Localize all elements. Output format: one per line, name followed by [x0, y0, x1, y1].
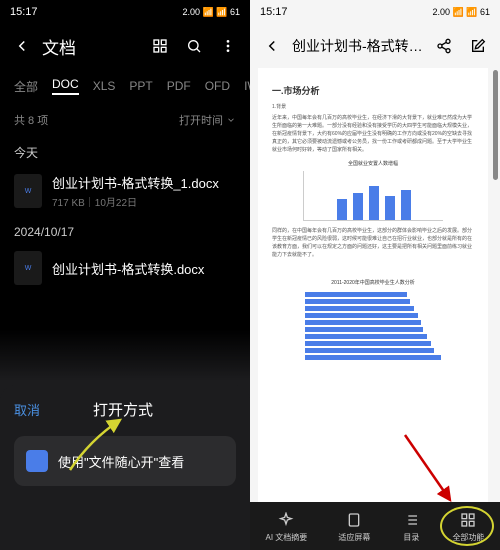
share-icon[interactable] — [434, 36, 454, 56]
doc-heading: 一.市场分析 — [272, 84, 474, 97]
sort-dropdown[interactable]: 打开时间 — [179, 112, 236, 128]
tab-ofd[interactable]: OFD — [205, 79, 230, 93]
status-bar: 15:17 2.00 📶 📶 61 — [250, 0, 500, 24]
edit-icon[interactable] — [468, 36, 488, 56]
open-with-option[interactable]: 使用"文件随心开"查看 — [14, 436, 236, 486]
tab-all[interactable]: 全部 — [14, 78, 38, 95]
all-features-button[interactable]: 全部功能 — [452, 510, 484, 543]
section-date: 2024/10/17 — [0, 217, 250, 243]
status-indicators: 2.00 📶 📶 61 — [433, 7, 490, 18]
more-icon[interactable] — [218, 36, 238, 56]
tab-doc[interactable]: DOC — [52, 77, 79, 95]
status-indicators: 2.00 📶 📶 61 — [183, 7, 240, 18]
tab-ppt[interactable]: PPT — [129, 79, 152, 93]
status-bar: 15:17 2.00 📶 📶 61 — [0, 0, 250, 24]
tab-pdf[interactable]: PDF — [167, 79, 191, 93]
search-icon[interactable] — [184, 36, 204, 56]
file-name: 创业计划书-格式转换_1.docx — [52, 173, 236, 192]
chevron-down-icon — [226, 115, 236, 125]
file-item[interactable]: W 创业计划书-格式转换_1.docx 717 KB｜10月22日 — [0, 165, 250, 217]
doc-title: 创业计划书-格式转换_1.... — [292, 36, 424, 56]
option-label: 使用"文件随心开"查看 — [58, 452, 184, 471]
header: 创业计划书-格式转换_1.... — [250, 24, 500, 68]
list-icon — [401, 510, 421, 530]
file-name: 创业计划书-格式转换.docx — [52, 259, 236, 278]
tab-xls[interactable]: XLS — [93, 79, 116, 93]
fit-icon — [344, 510, 364, 530]
fit-screen-button[interactable]: 适应屏幕 — [338, 510, 370, 543]
back-icon[interactable] — [262, 36, 282, 56]
doc-paragraph: 同样的，在中国每年会有几百万的高校毕业生，这部分的群体会影响毕业之后的发展。部分… — [272, 227, 474, 259]
header: 文档 — [0, 24, 250, 68]
status-time: 15:17 — [260, 6, 288, 18]
chart-bar-horizontal: 2011-2020年中国高校毕业生人数分析 — [303, 279, 443, 362]
docx-icon: W — [14, 251, 42, 285]
item-count: 共 8 项 — [14, 112, 48, 128]
doc-paragraph: 近年来，中国每年会有几百万的高校毕业生，在经济下滑的大背景下，就业难已然成为大学… — [272, 114, 474, 154]
scrollbar[interactable] — [493, 70, 498, 180]
bottom-toolbar: AI 文档摘要 适应屏幕 目录 全部功能 — [250, 502, 500, 550]
sparkle-icon — [276, 510, 296, 530]
page-title: 文档 — [42, 34, 140, 59]
sheet-title: 打开方式 — [10, 399, 236, 420]
file-meta: 717 KB｜10月22日 — [52, 194, 236, 209]
status-time: 15:17 — [10, 6, 38, 18]
section-today: 今天 — [0, 136, 250, 165]
chart-bar-vertical: 全国就业安置人数增幅 — [303, 160, 443, 221]
file-item[interactable]: W 创业计划书-格式转换.docx — [0, 243, 250, 293]
doc-subheading: 1.背景 — [272, 103, 474, 111]
open-with-sheet: 取消 打开方式 使用"文件随心开"查看 — [0, 385, 250, 550]
document-viewport[interactable]: 一.市场分析 1.背景 近年来，中国每年会有几百万的高校毕业生，在经济下滑的大背… — [258, 68, 488, 502]
back-icon[interactable] — [12, 36, 32, 56]
ai-summary-button[interactable]: AI 文档摘要 — [266, 510, 308, 543]
grid-view-icon[interactable] — [150, 36, 170, 56]
filter-row: 共 8 项 打开时间 — [0, 104, 250, 136]
app-icon — [26, 450, 48, 472]
docx-icon: W — [14, 174, 42, 208]
grid-icon — [458, 510, 478, 530]
toc-button[interactable]: 目录 — [401, 510, 421, 543]
tabs: 全部 DOC XLS PPT PDF OFD IWO — [0, 68, 250, 104]
